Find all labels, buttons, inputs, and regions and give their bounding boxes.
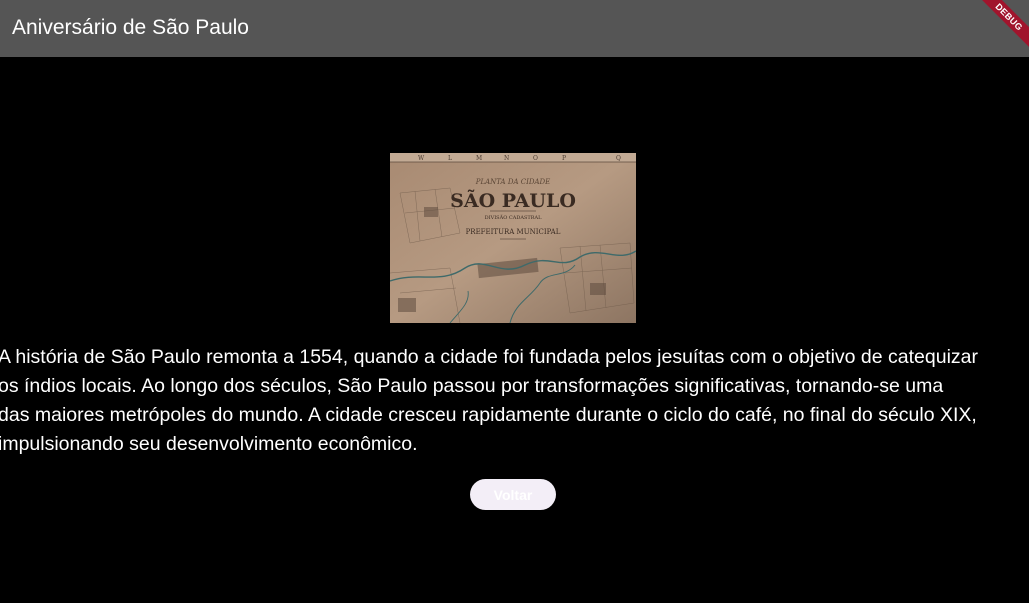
map-compass-letter: N bbox=[504, 155, 509, 162]
page-title: Aniversário de São Paulo bbox=[12, 16, 249, 39]
sao-paulo-map-image: W L M N O P Q PLANTA DA CIDADE SÃO PAULO… bbox=[390, 153, 636, 323]
map-compass-letter: M bbox=[476, 155, 482, 162]
map-compass-letter: P bbox=[562, 155, 566, 162]
app-bar: Aniversário de São Paulo DEBUG bbox=[0, 0, 1029, 57]
history-line: das maiores metrópoles do mundo. A cidad… bbox=[0, 404, 977, 426]
history-line: A história de São Paulo remonta a 1554, … bbox=[0, 346, 978, 368]
map-compass-letter: W bbox=[418, 155, 425, 162]
map-compass-letter: O bbox=[533, 155, 538, 162]
map-title-text: SÃO PAULO bbox=[450, 189, 576, 212]
debug-banner: DEBUG bbox=[970, 0, 1029, 56]
back-button[interactable]: Voltar bbox=[470, 479, 556, 510]
main-content: W L M N O P Q PLANTA DA CIDADE SÃO PAULO… bbox=[0, 57, 1029, 603]
history-paragraph: A história de São Paulo remonta a 1554, … bbox=[0, 343, 1029, 459]
map-header-text: PLANTA DA CIDADE bbox=[475, 178, 551, 186]
history-line: os índios locais. Ao longo dos séculos, … bbox=[0, 375, 944, 397]
map-compass-letter: Q bbox=[616, 155, 621, 162]
history-line: impulsionando seu desenvolvimento econôm… bbox=[0, 433, 418, 455]
map-compass-letter: L bbox=[448, 155, 452, 162]
map-agency-text: PREFEITURA MUNICIPAL bbox=[466, 228, 561, 236]
map-subtitle-text: DIVISÃO CADASTRAL bbox=[485, 213, 542, 221]
